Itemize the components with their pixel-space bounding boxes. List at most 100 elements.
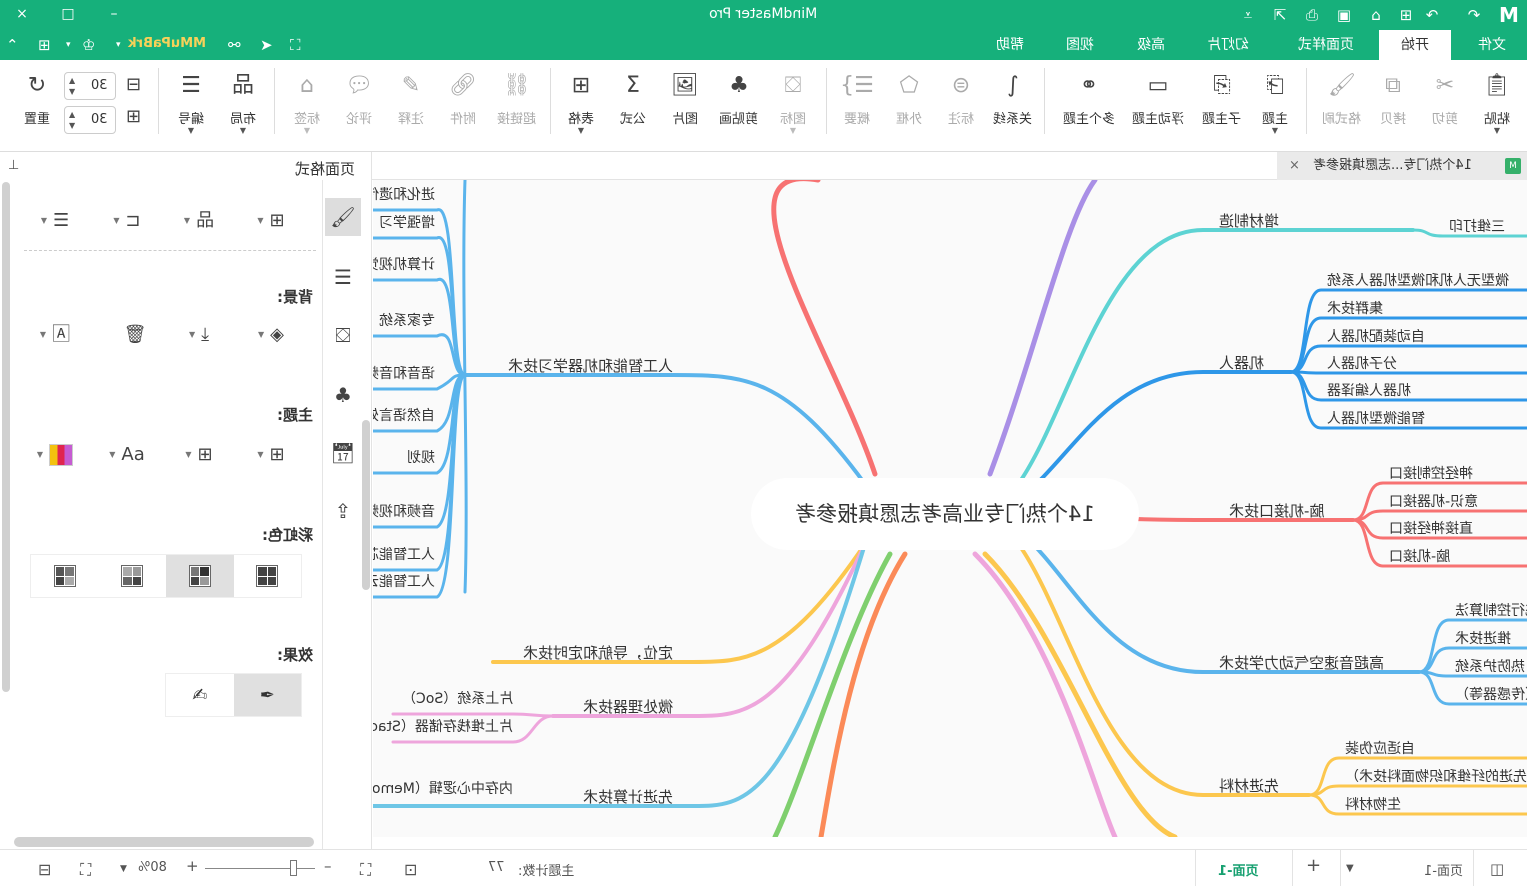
tab-page-style[interactable]: 页面样式 [1284, 30, 1368, 60]
export-icon[interactable]: ⇱ [1268, 4, 1292, 26]
side-tab-clipart[interactable]: ♣ [325, 376, 361, 414]
copy-button[interactable]: ⧉ 拷贝 [1368, 70, 1418, 127]
close-document-tab-icon[interactable]: × [1289, 152, 1300, 180]
insert-background-image-dropdown[interactable]: ▼ ⤓ [174, 320, 224, 350]
subtopic[interactable]: 进化和遗传计算 [373, 184, 435, 204]
subtopic[interactable]: 智能微型机器人 [1327, 408, 1425, 428]
apps-icon[interactable]: ⊞ [38, 35, 51, 55]
format-painter-button[interactable]: 🖌︎ 格式刷 [1314, 70, 1370, 127]
zoom-out-icon[interactable]: – [324, 857, 332, 875]
page-tab-active[interactable]: 页面-1 [1218, 860, 1258, 879]
structure-style-dropdown[interactable]: ▼ ⊞ [246, 206, 296, 236]
hand-drawn-effect-option[interactable]: ✍ [166, 674, 234, 716]
numbering-button[interactable]: ☰ 编号 ▼ [166, 70, 216, 135]
fullscreen-icon[interactable]: ⛶ [360, 860, 371, 880]
layout-button[interactable]: 品 布局 ▼ [218, 70, 268, 135]
tab-start[interactable]: 开始 [1379, 30, 1451, 60]
subtopic[interactable]: 脑-机接口 [1389, 546, 1450, 566]
background-text-dropdown[interactable]: ▼ 🄰 [30, 320, 80, 350]
side-tab-format[interactable]: 🖌︎ [325, 198, 361, 236]
rainbow-option-4[interactable] [234, 555, 302, 597]
brand-badge[interactable]: MMuPaBrk [128, 36, 206, 51]
theme-layout-dropdown[interactable]: ▼ ⊞ [174, 440, 224, 470]
formula-button[interactable]: Σ 公式 [608, 70, 658, 127]
panel-vertical-scrollbar[interactable] [2, 182, 10, 692]
share-icon[interactable]: ⚯ [228, 35, 241, 55]
multiple-topics-button[interactable]: ⚭ 多个主题 [1052, 70, 1126, 127]
zoom-percent[interactable]: 80% [138, 860, 167, 875]
normal-effect-option[interactable]: ✒ [233, 674, 301, 716]
side-tab-export[interactable]: ⇪ [325, 492, 361, 530]
theme-dropdown[interactable]: ▼ ⊞ [246, 440, 296, 470]
connector-style-dropdown[interactable]: ▼ ⊐ [102, 206, 152, 236]
new-icon[interactable]: ⊞ [1394, 4, 1418, 26]
zoom-in-icon[interactable]: + [186, 857, 199, 875]
redo-icon[interactable]: ↷ [1462, 4, 1486, 26]
main-topic[interactable]: 高超音速空气动力学技术 [1219, 652, 1384, 673]
subtopic[interactable]: 内存中心逻辑（Memory-Centric Logic） [373, 778, 513, 798]
image-button[interactable]: 🖼︎ 图片 [660, 70, 710, 127]
table-button[interactable]: ⊞ 表格 ▼ [556, 70, 606, 135]
tab-slides[interactable]: 幻灯片 [1196, 30, 1260, 60]
subtopic[interactable]: 音频和视频处理 [373, 501, 435, 521]
reset-button[interactable]: ↻ 重置 [12, 70, 62, 127]
pin-panel-icon[interactable]: ⊥ [8, 158, 19, 173]
main-topic[interactable]: 先进材料 [1219, 775, 1279, 796]
subtopic[interactable]: 自动装配机器人 [1327, 326, 1425, 346]
tag-button[interactable]: ⌂ 标签 ▼ [282, 70, 332, 135]
fullscreen-icon[interactable]: ⛶ [290, 35, 301, 55]
remove-background-image-button[interactable]: 🗑︎ [110, 320, 160, 350]
attachment-button[interactable]: 🔗︎ 附件 [438, 70, 488, 127]
main-topic[interactable]: 脑-机接口技术 [1229, 500, 1324, 521]
panel-horizontal-scrollbar[interactable] [14, 837, 314, 847]
undo-icon[interactable]: ↶ [1420, 4, 1444, 26]
layout-style-dropdown[interactable]: ▼ 品 [174, 206, 224, 236]
main-topic[interactable]: 定位，导航和定时技术 [523, 642, 673, 663]
subtopic[interactable]: 专家系统 [379, 310, 435, 330]
side-tabs-scrollbar[interactable] [362, 420, 370, 590]
print-icon[interactable]: ⎙ [1300, 4, 1324, 26]
page-view-icon[interactable]: ◫ [1490, 860, 1504, 878]
subtopic[interactable]: 分子机器人 [1327, 353, 1397, 373]
cut-button[interactable]: ✂ 剪切 [1420, 70, 1470, 127]
tab-advanced[interactable]: 高级 [1124, 30, 1178, 60]
subtopic[interactable]: 直接神经接口 [1389, 518, 1473, 538]
theme-shirt-icon[interactable]: ♔ [82, 35, 95, 55]
boundary-button[interactable]: ⬠ 外框 [884, 70, 934, 127]
page-list-dropdown-icon[interactable]: ▼ [1346, 863, 1354, 874]
subtopic[interactable]: 人工智能芯片 [373, 544, 435, 564]
main-topic[interactable]: 机器人 [1219, 352, 1264, 373]
subtopic[interactable]: 飞行控制算法 [1455, 600, 1527, 620]
callout-button[interactable]: ⊜ 标注 [936, 70, 986, 127]
side-tab-icons[interactable]: ⛋ [325, 316, 361, 354]
document-tab[interactable]: × 14个热门专...志愿填报参考 M [1277, 152, 1527, 180]
spinner-arrows-icon[interactable]: ▲ ▼ [69, 109, 75, 131]
subtopic[interactable]: 规划 [407, 447, 435, 467]
main-topic[interactable]: 先进计算技术 [583, 786, 673, 807]
relationship-button[interactable]: ∫ 关系线 [988, 70, 1038, 127]
subtopic[interactable]: 片上系统（SoC） [402, 688, 513, 708]
rainbow-option-3[interactable] [166, 555, 234, 597]
side-tab-outline[interactable]: ☰ [325, 258, 361, 296]
subtopic[interactable]: 人工智能云 [373, 571, 435, 591]
fit-width-icon[interactable]: ⊟ [38, 860, 51, 879]
tab-file[interactable]: 文件 [1462, 30, 1522, 60]
fit-page-icon[interactable]: ⛶ [80, 860, 91, 880]
subtopic[interactable]: 神经控制接口 [1389, 463, 1473, 483]
subtopic[interactable]: 计算机视觉 [373, 254, 435, 274]
note-button[interactable]: ✎ 注释 [386, 70, 436, 127]
spinner-arrows-icon[interactable]: ▲ ▼ [69, 75, 75, 97]
comment-button[interactable]: 💬︎ 评论 [334, 70, 384, 127]
subtopic[interactable]: 自然语言处理 [373, 405, 435, 425]
main-topic[interactable]: 微处理器技术 [583, 696, 673, 717]
horizontal-spacing-input[interactable]: ▲ ▼ 30 [64, 72, 116, 100]
rainbow-option-2[interactable] [99, 555, 167, 597]
open-icon[interactable]: ⌂ [1364, 4, 1388, 26]
side-tab-tasks[interactable]: 📅︎ [325, 434, 361, 472]
pointer-icon[interactable]: ➤ [260, 35, 273, 55]
zoom-slider-track[interactable] [205, 868, 315, 869]
vertical-spacing-input[interactable]: ▲ ▼ 30 [64, 106, 116, 134]
subtopic[interactable]: 集群技术 [1327, 298, 1383, 318]
apps-dropdown-icon[interactable]: ▾ [66, 35, 71, 55]
topic-button[interactable]: ⎗ 主题 ▼ [1250, 70, 1300, 135]
